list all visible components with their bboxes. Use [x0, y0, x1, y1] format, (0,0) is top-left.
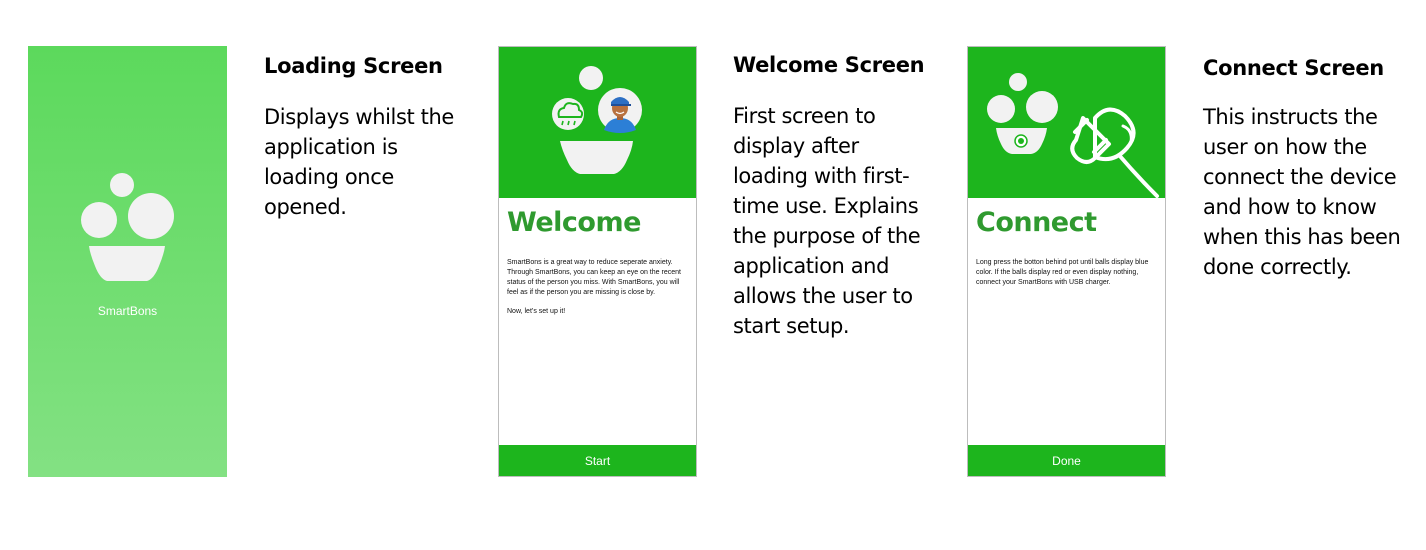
connect-description-text: This instructs the user on how the conne… [1203, 105, 1401, 279]
bowl-icon [560, 141, 633, 174]
logo-left-bubble [81, 202, 117, 238]
welcome-description: Welcome Screen First screen to display a… [733, 53, 933, 341]
bowl-bubbles-icon [987, 73, 1058, 154]
welcome-description-text: First screen to display after loading wi… [733, 104, 921, 338]
power-plug-icon [1070, 107, 1159, 198]
loading-description-text: Displays whilst the application is loadi… [264, 105, 454, 219]
connect-description-title: Connect Screen [1203, 56, 1384, 80]
welcome-body-paragraph: SmartBons is a great way to reduce seper… [507, 259, 681, 296]
loading-description-title: Loading Screen [264, 54, 443, 78]
logo-bowl [89, 246, 165, 281]
start-button[interactable]: Start [499, 445, 696, 476]
connect-hero [968, 47, 1165, 198]
welcome-body: SmartBons is a great way to reduce seper… [507, 258, 691, 326]
weather-rain-cloud-icon [552, 98, 584, 130]
bubble-top-circle [579, 66, 603, 90]
welcome-body-paragraph: Now, let’s set up it! [507, 308, 566, 315]
done-button[interactable]: Done [968, 445, 1165, 476]
logo-right-bubble [128, 193, 174, 239]
loading-description: Loading Screen Displays whilst the appli… [264, 54, 464, 222]
welcome-description-title: Welcome Screen [733, 53, 925, 77]
connect-body-paragraph: Long press the botton behind pot until b… [976, 259, 1149, 286]
person-avatar-icon [598, 88, 642, 133]
welcome-hero [499, 47, 696, 198]
welcome-screen-mockup: Welcome SmartBons is a great way to redu… [498, 46, 697, 477]
connect-description: Connect Screen This instructs the user o… [1203, 56, 1413, 282]
connect-screen-mockup: Connect Long press the botton behind pot… [967, 46, 1166, 477]
logo-small-bubble [110, 173, 134, 197]
app-name-label: SmartBons [97, 304, 158, 318]
bowl-bubbles-logo-icon [81, 173, 174, 281]
loading-screen-mockup: SmartBons [28, 46, 227, 477]
welcome-heading: Welcome [507, 207, 641, 238]
connect-body: Long press the botton behind pot until b… [976, 258, 1160, 297]
connect-heading: Connect [976, 207, 1097, 238]
